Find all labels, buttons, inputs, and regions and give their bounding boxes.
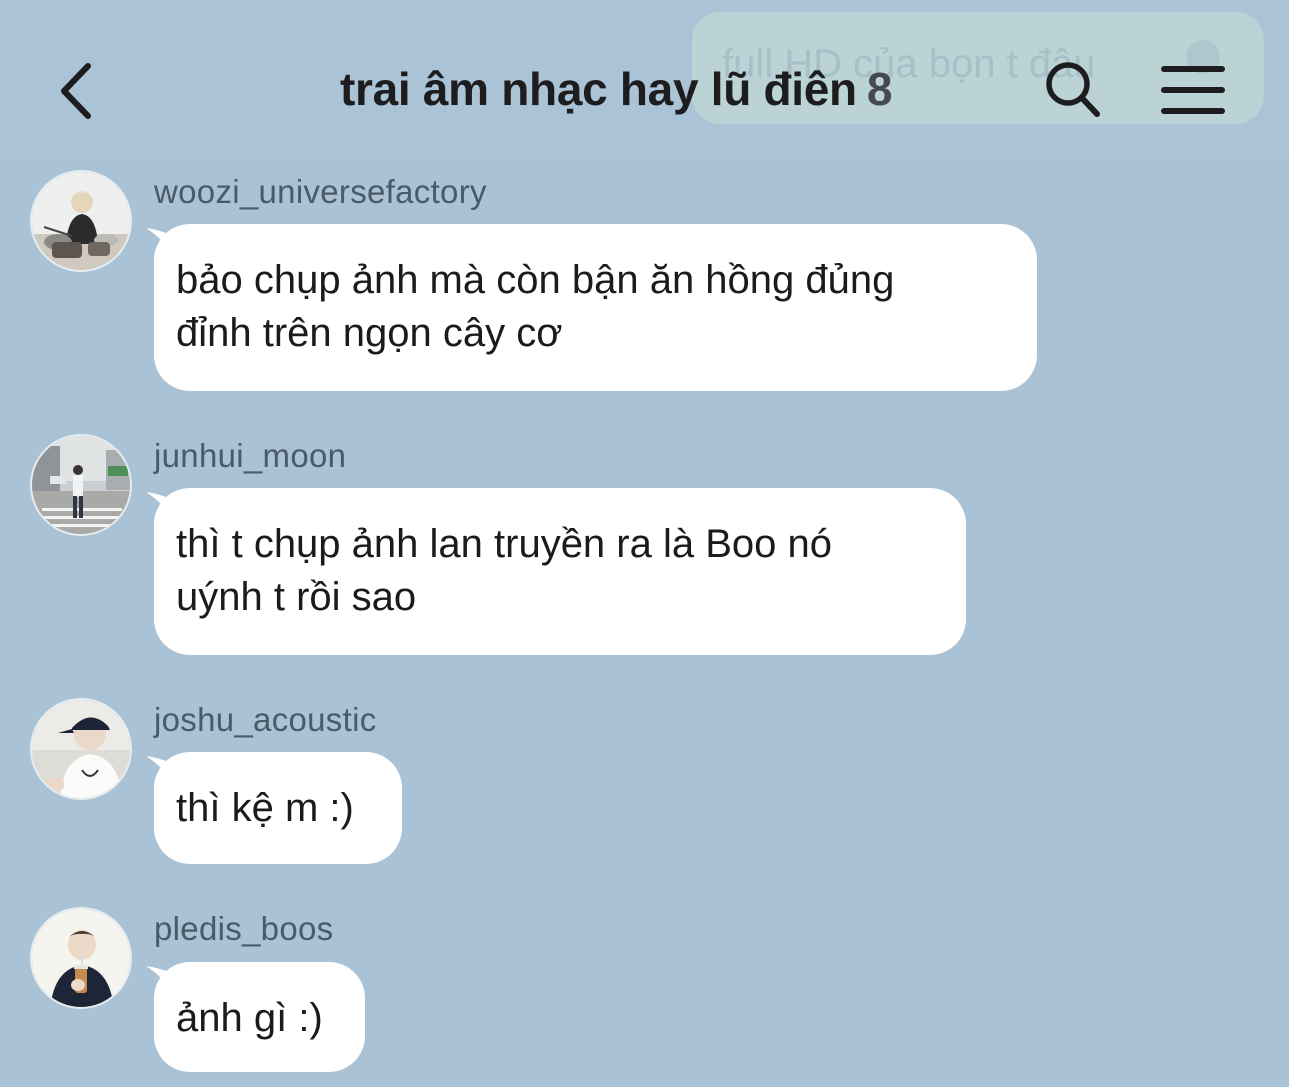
- message-text-line: đỉnh trên ngọn cây cơ: [176, 311, 563, 355]
- avatar-drink-image: [32, 909, 130, 1007]
- hamburger-menu-icon: [1161, 66, 1225, 114]
- sender-name: woozi_universefactory: [154, 173, 487, 210]
- avatar[interactable]: [30, 434, 132, 536]
- search-icon: [1046, 62, 1100, 117]
- back-button[interactable]: [52, 58, 112, 124]
- message-bubble[interactable]: ảnh gì :): [154, 962, 365, 1072]
- sender-name: junhui_moon: [154, 437, 347, 474]
- message-bubble[interactable]: thì kệ m :): [154, 752, 402, 864]
- message-text-line: thì t chụp ảnh lan truyền ra là Boo nó: [176, 522, 832, 566]
- message-bubble[interactable]: bảo chụp ảnh mà còn bận ăn hồng đủng đỉn…: [154, 224, 1037, 391]
- search-button[interactable]: [1042, 58, 1104, 120]
- member-count: 8: [866, 63, 893, 115]
- message-text-line: uýnh t rồi sao: [176, 575, 417, 619]
- message-text-line: ảnh gì :): [176, 996, 323, 1040]
- sender-name: pledis_boos: [154, 910, 334, 947]
- avatar[interactable]: [30, 907, 132, 1009]
- message-text-line: bảo chụp ảnh mà còn bận ăn hồng đủng: [176, 258, 895, 302]
- avatar-cap-image: [32, 700, 130, 798]
- message-bubble[interactable]: thì t chụp ảnh lan truyền ra là Boo nó u…: [154, 488, 966, 655]
- chevron-left-icon: [61, 63, 91, 119]
- sender-name: joshu_acoustic: [154, 701, 377, 738]
- message-text-line: thì kệ m :): [176, 786, 354, 830]
- chat-header: full HD của bọn t đâu trai âm nhạc hay l…: [0, 0, 1289, 155]
- menu-button[interactable]: [1160, 64, 1226, 116]
- chat-title: trai âm nhạc hay lũ điên 8: [340, 62, 892, 116]
- avatar-street-image: [32, 436, 130, 534]
- avatar[interactable]: [30, 698, 132, 800]
- avatar-drummer-image: [32, 172, 130, 270]
- chat-title-text: trai âm nhạc hay lũ điên: [340, 63, 857, 115]
- avatar[interactable]: [30, 170, 132, 272]
